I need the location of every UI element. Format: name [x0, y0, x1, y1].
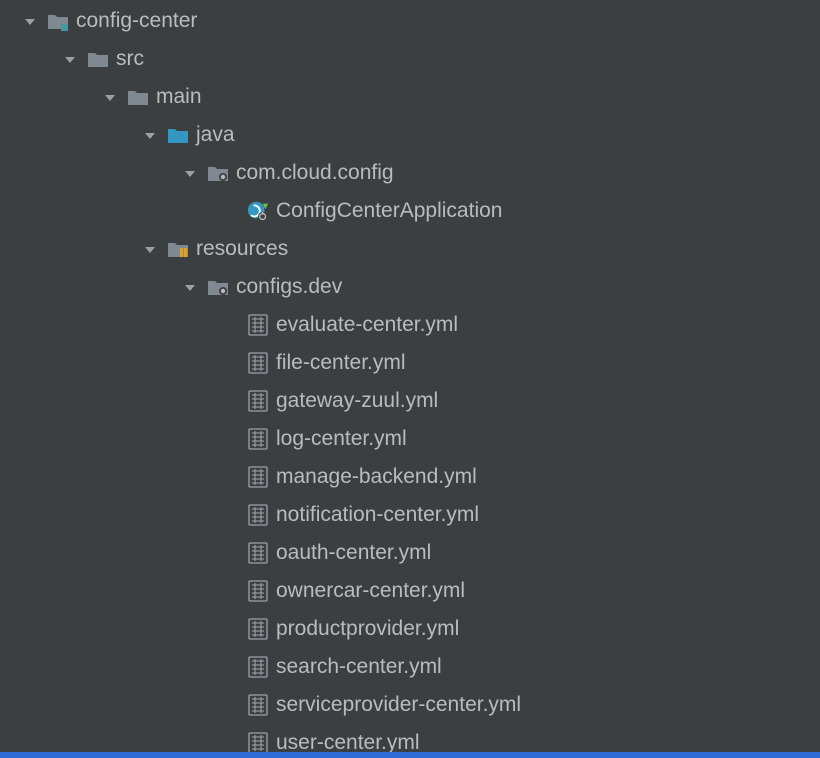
- yml-icon: [246, 351, 270, 375]
- tree-item-label: productprovider.yml: [276, 617, 459, 641]
- tree-item[interactable]: configs.dev: [0, 268, 820, 306]
- yml-icon: [246, 313, 270, 337]
- tree-item[interactable]: evaluate-center.yml: [0, 306, 820, 344]
- yml-icon: [246, 503, 270, 527]
- yml-icon: [246, 389, 270, 413]
- expand-arrow-icon[interactable]: [20, 11, 40, 31]
- expand-arrow-icon[interactable]: [180, 163, 200, 183]
- tree-item-label: search-center.yml: [276, 655, 442, 679]
- source-folder-icon: [166, 123, 190, 147]
- yml-icon: [246, 655, 270, 679]
- tree-item-label: file-center.yml: [276, 351, 406, 375]
- selection-bar: [0, 752, 820, 758]
- expand-arrow-icon[interactable]: [180, 277, 200, 297]
- tree-item[interactable]: ConfigCenterApplication: [0, 192, 820, 230]
- tree-item[interactable]: gateway-zuul.yml: [0, 382, 820, 420]
- tree-item[interactable]: file-center.yml: [0, 344, 820, 382]
- tree-item[interactable]: search-center.yml: [0, 648, 820, 686]
- expand-arrow-icon[interactable]: [60, 49, 80, 69]
- tree-item-label: config-center: [76, 9, 197, 33]
- tree-item-label: manage-backend.yml: [276, 465, 477, 489]
- folder-icon: [126, 85, 150, 109]
- tree-item[interactable]: oauth-center.yml: [0, 534, 820, 572]
- yml-icon: [246, 541, 270, 565]
- tree-item-label: java: [196, 123, 235, 147]
- tree-item[interactable]: com.cloud.config: [0, 154, 820, 192]
- package-icon: [206, 161, 230, 185]
- tree-item-label: notification-center.yml: [276, 503, 479, 527]
- yml-icon: [246, 617, 270, 641]
- expand-arrow-icon[interactable]: [140, 239, 160, 259]
- tree-item[interactable]: config-center: [0, 2, 820, 40]
- tree-item-label: oauth-center.yml: [276, 541, 431, 565]
- project-tree[interactable]: config-center srcmain javacom.cloud.config…: [0, 0, 820, 758]
- yml-icon: [246, 427, 270, 451]
- tree-item-label: main: [156, 85, 202, 109]
- tree-item[interactable]: serviceprovider-center.yml: [0, 686, 820, 724]
- tree-item-label: resources: [196, 237, 288, 261]
- yml-icon: [246, 579, 270, 603]
- tree-item-label: gateway-zuul.yml: [276, 389, 438, 413]
- package-icon: [206, 275, 230, 299]
- module-icon: [46, 9, 70, 33]
- tree-item-label: evaluate-center.yml: [276, 313, 458, 337]
- tree-item[interactable]: main: [0, 78, 820, 116]
- yml-icon: [246, 465, 270, 489]
- tree-item-label: ownercar-center.yml: [276, 579, 465, 603]
- tree-item[interactable]: resources: [0, 230, 820, 268]
- tree-item[interactable]: src: [0, 40, 820, 78]
- expand-arrow-icon[interactable]: [100, 87, 120, 107]
- tree-item[interactable]: notification-center.yml: [0, 496, 820, 534]
- yml-icon: [246, 693, 270, 717]
- tree-item[interactable]: productprovider.yml: [0, 610, 820, 648]
- tree-item[interactable]: manage-backend.yml: [0, 458, 820, 496]
- spring-app-icon: [246, 199, 270, 223]
- tree-item-label: com.cloud.config: [236, 161, 394, 185]
- tree-item[interactable]: java: [0, 116, 820, 154]
- tree-item-label: src: [116, 47, 144, 71]
- expand-arrow-icon[interactable]: [140, 125, 160, 145]
- tree-item-label: log-center.yml: [276, 427, 407, 451]
- folder-icon: [86, 47, 110, 71]
- resources-folder-icon: [166, 237, 190, 261]
- tree-item[interactable]: ownercar-center.yml: [0, 572, 820, 610]
- tree-item-label: ConfigCenterApplication: [276, 199, 502, 223]
- tree-item[interactable]: log-center.yml: [0, 420, 820, 458]
- tree-item-label: configs.dev: [236, 275, 342, 299]
- tree-item-label: serviceprovider-center.yml: [276, 693, 521, 717]
